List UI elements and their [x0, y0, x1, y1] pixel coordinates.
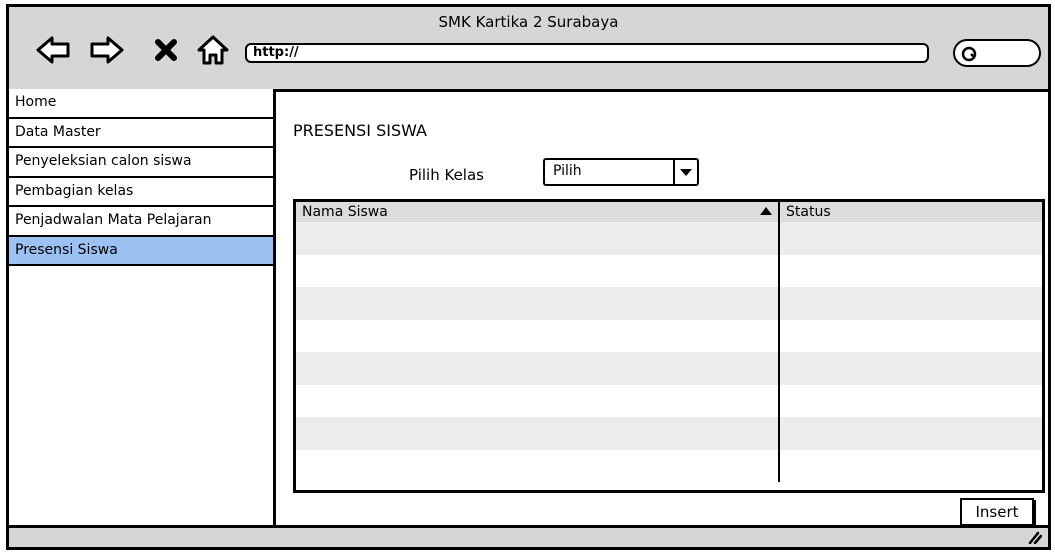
sidebar-item-data-master[interactable]: Data Master — [9, 118, 273, 148]
table-cell-status — [778, 222, 1042, 255]
forward-arrow-icon[interactable] — [89, 33, 125, 67]
table-row[interactable] — [296, 319, 1042, 353]
back-arrow-icon[interactable] — [35, 33, 71, 67]
sidebar-item-penyeleksian[interactable]: Penyeleksian calon siswa — [9, 148, 273, 178]
table-row[interactable] — [296, 254, 1042, 288]
kelas-label: Pilih Kelas — [409, 166, 484, 184]
table-cell-status — [778, 384, 1042, 417]
resize-handle-icon[interactable] — [1026, 530, 1042, 544]
search-icon — [961, 46, 977, 62]
kelas-select[interactable]: Pilih — [543, 158, 699, 186]
table-row[interactable] — [296, 384, 1042, 418]
table-cell-status — [778, 287, 1042, 320]
sidebar: Home Data Master Penyeleksian calon sisw… — [9, 89, 276, 532]
browser-window: SMK Kartika 2 Surabaya http:// Home Data… — [6, 4, 1051, 550]
insert-button[interactable]: Insert — [960, 498, 1034, 526]
sidebar-item-penjadwalan[interactable]: Penjadwalan Mata Pelajaran — [9, 207, 273, 237]
table-row[interactable] — [296, 287, 1042, 320]
table-cell-status — [778, 449, 1042, 482]
chevron-down-icon[interactable] — [673, 160, 697, 184]
url-input[interactable]: http:// — [245, 43, 929, 63]
close-icon[interactable] — [149, 33, 185, 67]
table-cell-nama — [296, 417, 778, 450]
window-title: SMK Kartika 2 Surabaya — [438, 13, 619, 31]
kelas-select-value: Pilih — [553, 163, 582, 179]
table-cell-status — [778, 417, 1042, 450]
column-header-status[interactable]: Status — [778, 202, 1042, 222]
column-header-label: Nama Siswa — [302, 204, 388, 220]
search-field[interactable] — [953, 39, 1041, 67]
table-cell-nama — [296, 450, 778, 483]
table-cell-status — [778, 319, 1042, 352]
table-cell-nama — [296, 222, 778, 255]
table-cell-nama — [296, 385, 778, 418]
presensi-table: Nama Siswa Status — [293, 199, 1045, 493]
status-bar — [9, 525, 1048, 547]
table-cell-nama — [296, 320, 778, 353]
table-body — [296, 222, 1042, 490]
sidebar-item-home[interactable]: Home — [9, 89, 273, 119]
sidebar-item-presensi-siswa[interactable]: Presensi Siswa — [9, 236, 273, 266]
sort-ascending-icon[interactable] — [760, 207, 772, 215]
page-title: PRESENSI SISWA — [293, 121, 427, 140]
table-cell-nama — [296, 255, 778, 288]
table-row[interactable] — [296, 352, 1042, 385]
column-header-nama-siswa[interactable]: Nama Siswa — [296, 202, 778, 222]
table-cell-status — [778, 352, 1042, 385]
sidebar-item-pembagian-kelas[interactable]: Pembagian kelas — [9, 177, 273, 207]
table-row[interactable] — [296, 449, 1042, 483]
table-cell-nama — [296, 352, 778, 385]
table-row[interactable] — [296, 222, 1042, 255]
column-header-label: Status — [786, 204, 831, 220]
table-cell-status — [778, 254, 1042, 287]
home-icon[interactable] — [195, 33, 231, 67]
table-row[interactable] — [296, 417, 1042, 450]
table-cell-nama — [296, 287, 778, 320]
table-header: Nama Siswa Status — [296, 202, 1042, 222]
browser-toolbar: SMK Kartika 2 Surabaya http:// — [9, 7, 1048, 92]
